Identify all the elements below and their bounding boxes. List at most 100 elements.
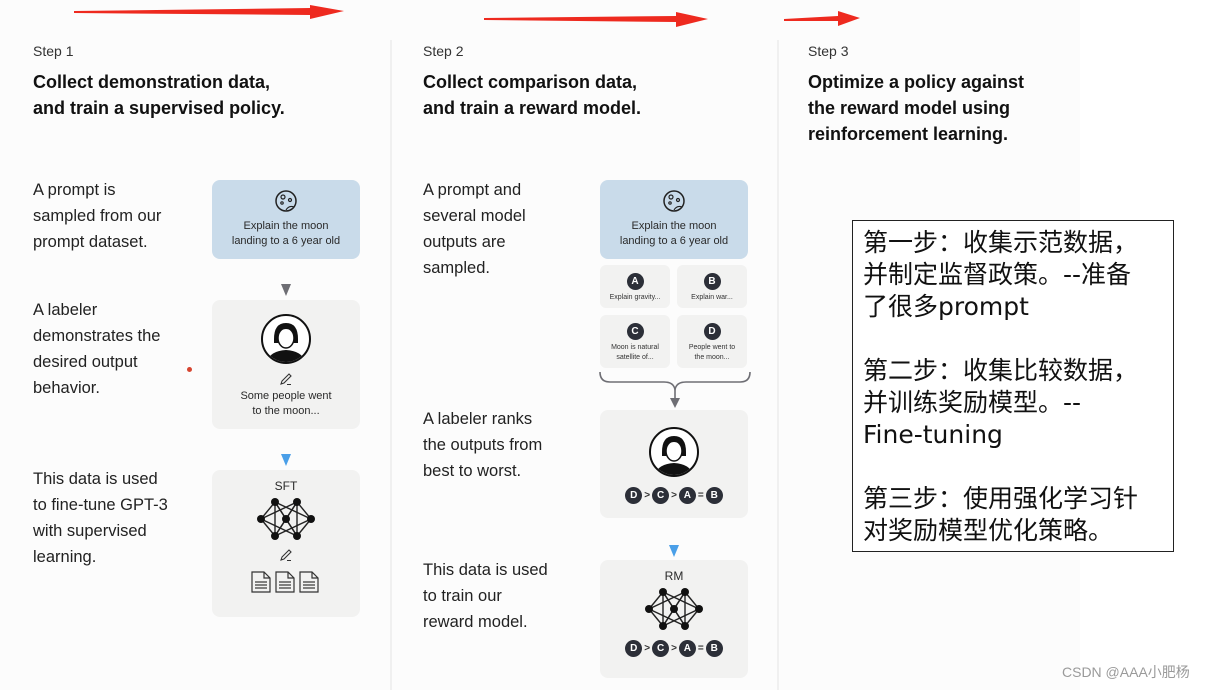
- output-text: People went to: [688, 344, 736, 351]
- output-text: the moon...: [694, 354, 730, 361]
- nn-node: [695, 605, 703, 613]
- prompt-line: landing to a 6 year old: [619, 235, 729, 247]
- rank-letter-badge: D: [625, 640, 643, 657]
- note-paragraph: 第一步：收集示范数据， 并制定监督政策。--准备 了很多prompt: [863, 228, 1139, 321]
- title-line: reinforcement learning.: [808, 124, 1009, 144]
- note-paragraph: 第三步：使用强化学习针 对奖励模型优化策略。: [863, 484, 1139, 545]
- step2-desc-sample: A prompt and several model outputs are s…: [423, 177, 526, 281]
- ranking-row: D > C > A = B: [600, 640, 748, 657]
- moon-icon: [663, 190, 685, 212]
- letter-badge: C: [626, 323, 644, 340]
- demo-line: Some people went: [240, 390, 332, 402]
- step2-desc-rank: A labeler ranks the outputs from best to…: [423, 406, 542, 484]
- title-line: and train a reward model.: [423, 98, 642, 118]
- nn-node: [681, 588, 689, 596]
- nn-node: [282, 515, 290, 523]
- moon-icon: [275, 190, 297, 212]
- title-line: Collect comparison data,: [423, 72, 638, 92]
- bracket-arrow-icon: [599, 371, 751, 408]
- output-card-d: D People went to the moon...: [677, 315, 747, 368]
- title-line: Optimize a policy against: [808, 72, 1025, 92]
- desc-line: to train our: [423, 587, 502, 605]
- rank-operator: >: [644, 643, 651, 654]
- desc-line: the outputs from: [423, 436, 543, 454]
- rank-operator: >: [671, 643, 677, 654]
- output-card-a: A Explain gravity...: [600, 265, 670, 308]
- desc-line: several model: [423, 207, 526, 225]
- output-text: Explain war...: [691, 294, 733, 301]
- step2-prompt-card: Explain the moon landing to a 6 year old: [600, 180, 748, 259]
- rank-letter-badge: D: [625, 487, 643, 504]
- step2-desc-train: This data is used to train our reward mo…: [423, 557, 548, 635]
- desc-line: desired output: [33, 353, 138, 371]
- desc-line: A prompt and: [423, 181, 522, 199]
- documents-icon: [251, 571, 319, 593]
- nn-node: [645, 605, 653, 613]
- rank-operator: =: [697, 490, 704, 501]
- step2-ranking-card: D > C > A = B: [600, 410, 748, 518]
- desc-line: A prompt is: [33, 181, 116, 199]
- column-divider: [777, 40, 779, 690]
- letter-badge: D: [703, 323, 721, 340]
- output-text: satellite of...: [616, 354, 654, 361]
- title-line: and train a supervised policy.: [33, 98, 285, 118]
- prompt-line: Explain the moon: [631, 220, 717, 232]
- labeler-avatar-icon: [649, 427, 699, 477]
- nn-node: [271, 532, 279, 540]
- demo-line: to the moon...: [252, 405, 320, 417]
- rank-letter-badge: C: [652, 640, 670, 657]
- nn-node: [670, 605, 678, 613]
- rank-letter-badge: B: [705, 487, 723, 504]
- step1-prompt-card: Explain the moon landing to a 6 year old: [212, 180, 360, 259]
- step2-title: Collect comparison data, and train a rew…: [423, 69, 641, 121]
- nn-node: [659, 622, 667, 630]
- rank-letter-badge: C: [652, 487, 670, 504]
- pencil-icon: [280, 373, 292, 385]
- nn-node: [293, 532, 301, 540]
- pencil-icon: [280, 549, 292, 561]
- neural-network-icon: [645, 588, 703, 630]
- step1-desc-prompt: A prompt is sampled from our prompt data…: [33, 177, 161, 255]
- down-arrow-icon: [281, 454, 291, 466]
- step1-sft-card: SFT: [212, 470, 360, 617]
- nn-node: [257, 515, 265, 523]
- down-arrow-icon: [669, 545, 679, 557]
- output-card-b: B Explain war...: [677, 265, 747, 308]
- column-divider: [390, 40, 392, 690]
- rank-operator: =: [697, 643, 704, 654]
- step1-to-step2-arrow: [74, 5, 344, 19]
- title-line: Collect demonstration data,: [33, 72, 271, 92]
- neural-network-icon: [257, 498, 315, 540]
- watermark: CSDN @AAA小肥杨: [1062, 664, 1190, 680]
- rank-operator: >: [644, 490, 651, 501]
- red-dot-marker: [187, 367, 192, 372]
- desc-line: reward model.: [423, 613, 528, 631]
- nn-node: [307, 515, 315, 523]
- nn-node: [681, 622, 689, 630]
- prompt-line: landing to a 6 year old: [231, 235, 341, 247]
- labeler-avatar-icon: [261, 314, 311, 364]
- desc-line: to fine-tune GPT-3: [33, 496, 168, 514]
- desc-line: sampled.: [423, 259, 490, 277]
- step2-label: Step 2: [423, 43, 464, 59]
- output-card-c: C Moon is natural satellite of...: [600, 315, 670, 368]
- output-text: Explain gravity...: [609, 294, 661, 301]
- nn-node: [271, 498, 279, 506]
- step1-desc-finetune: This data is used to fine-tune GPT-3 wit…: [33, 466, 168, 570]
- down-arrow-icon: [281, 284, 291, 296]
- rm-label: RM: [664, 569, 684, 583]
- desc-line: behavior.: [33, 379, 100, 397]
- rank-operator: >: [671, 490, 677, 501]
- step1-desc-labeler: A labeler demonstrates the desired outpu…: [33, 297, 161, 401]
- step3-title: Optimize a policy against the reward mod…: [808, 69, 1024, 147]
- sft-label: SFT: [274, 479, 298, 493]
- desc-line: This data is used: [423, 561, 548, 579]
- rank-letter-badge: B: [705, 640, 723, 657]
- ranking-row: D > C > A = B: [600, 487, 748, 504]
- desc-line: best to worst.: [423, 462, 522, 480]
- step2-to-step3-arrow: [484, 12, 708, 27]
- desc-line: prompt dataset.: [33, 233, 148, 251]
- rank-letter-badge: A: [678, 487, 696, 504]
- step3-arrow: [784, 11, 860, 26]
- desc-line: with supervised: [33, 522, 147, 540]
